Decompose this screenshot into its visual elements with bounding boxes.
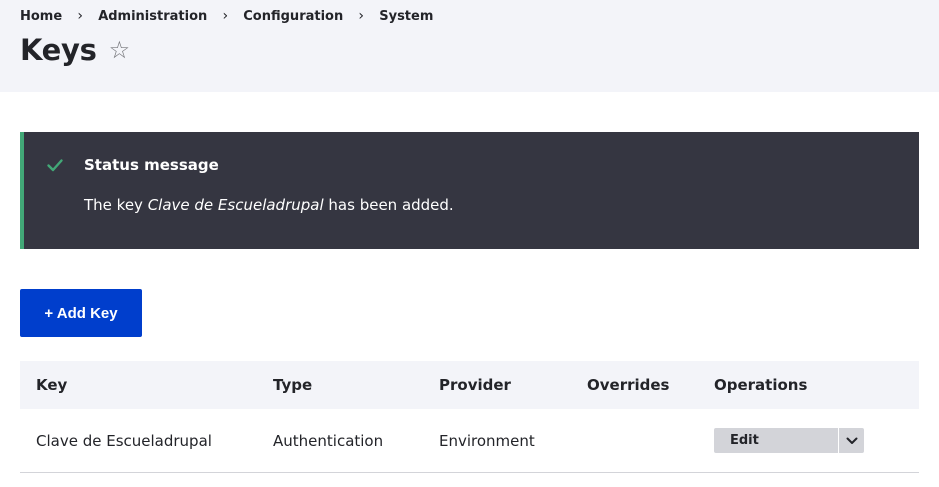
- title-row: Keys ☆: [20, 30, 130, 70]
- page-header: Home › Administration › Configuration › …: [0, 0, 939, 92]
- breadcrumb-administration[interactable]: Administration: [98, 9, 207, 24]
- status-key-name: Clave de Escueladrupal: [147, 196, 324, 214]
- column-header-type: Type: [273, 376, 313, 394]
- table-row: Clave de Escueladrupal Authentication En…: [20, 409, 919, 473]
- status-text: The key Clave de Escueladrupal has been …: [84, 196, 454, 214]
- dropbutton-toggle[interactable]: [838, 428, 864, 453]
- cell-type: Authentication: [273, 431, 384, 450]
- breadcrumb-separator: ›: [222, 8, 229, 24]
- table-header: Key Type Provider Overrides Operations: [20, 361, 919, 409]
- breadcrumb-system[interactable]: System: [379, 9, 433, 24]
- cell-provider: Environment: [439, 431, 535, 450]
- cell-key: Clave de Escueladrupal: [36, 431, 212, 450]
- breadcrumb-separator: ›: [77, 8, 83, 24]
- status-text-after: has been added.: [323, 196, 454, 214]
- page-title: Keys: [20, 33, 97, 67]
- status-title: Status message: [84, 156, 219, 174]
- status-message: Status message The key Clave de Escuelad…: [20, 132, 919, 249]
- column-header-operations: Operations: [714, 376, 808, 394]
- operations-dropbutton: Edit: [714, 428, 864, 453]
- column-header-provider: Provider: [439, 376, 511, 394]
- chevron-down-icon: [846, 437, 857, 444]
- keys-table: Key Type Provider Overrides Operations C…: [20, 361, 919, 473]
- breadcrumb: Home › Administration › Configuration › …: [20, 6, 433, 26]
- add-key-button[interactable]: + Add Key: [20, 289, 142, 337]
- breadcrumb-separator: ›: [358, 8, 365, 24]
- star-outline-icon[interactable]: ☆: [109, 38, 131, 62]
- check-icon: [47, 159, 63, 172]
- breadcrumb-home[interactable]: Home: [20, 9, 62, 24]
- cell-operations: Edit: [698, 428, 919, 453]
- status-text-before: The key: [84, 196, 148, 214]
- column-header-key: Key: [36, 376, 68, 394]
- column-header-overrides: Overrides: [587, 376, 670, 394]
- edit-button[interactable]: Edit: [714, 428, 838, 453]
- breadcrumb-configuration[interactable]: Configuration: [243, 9, 343, 24]
